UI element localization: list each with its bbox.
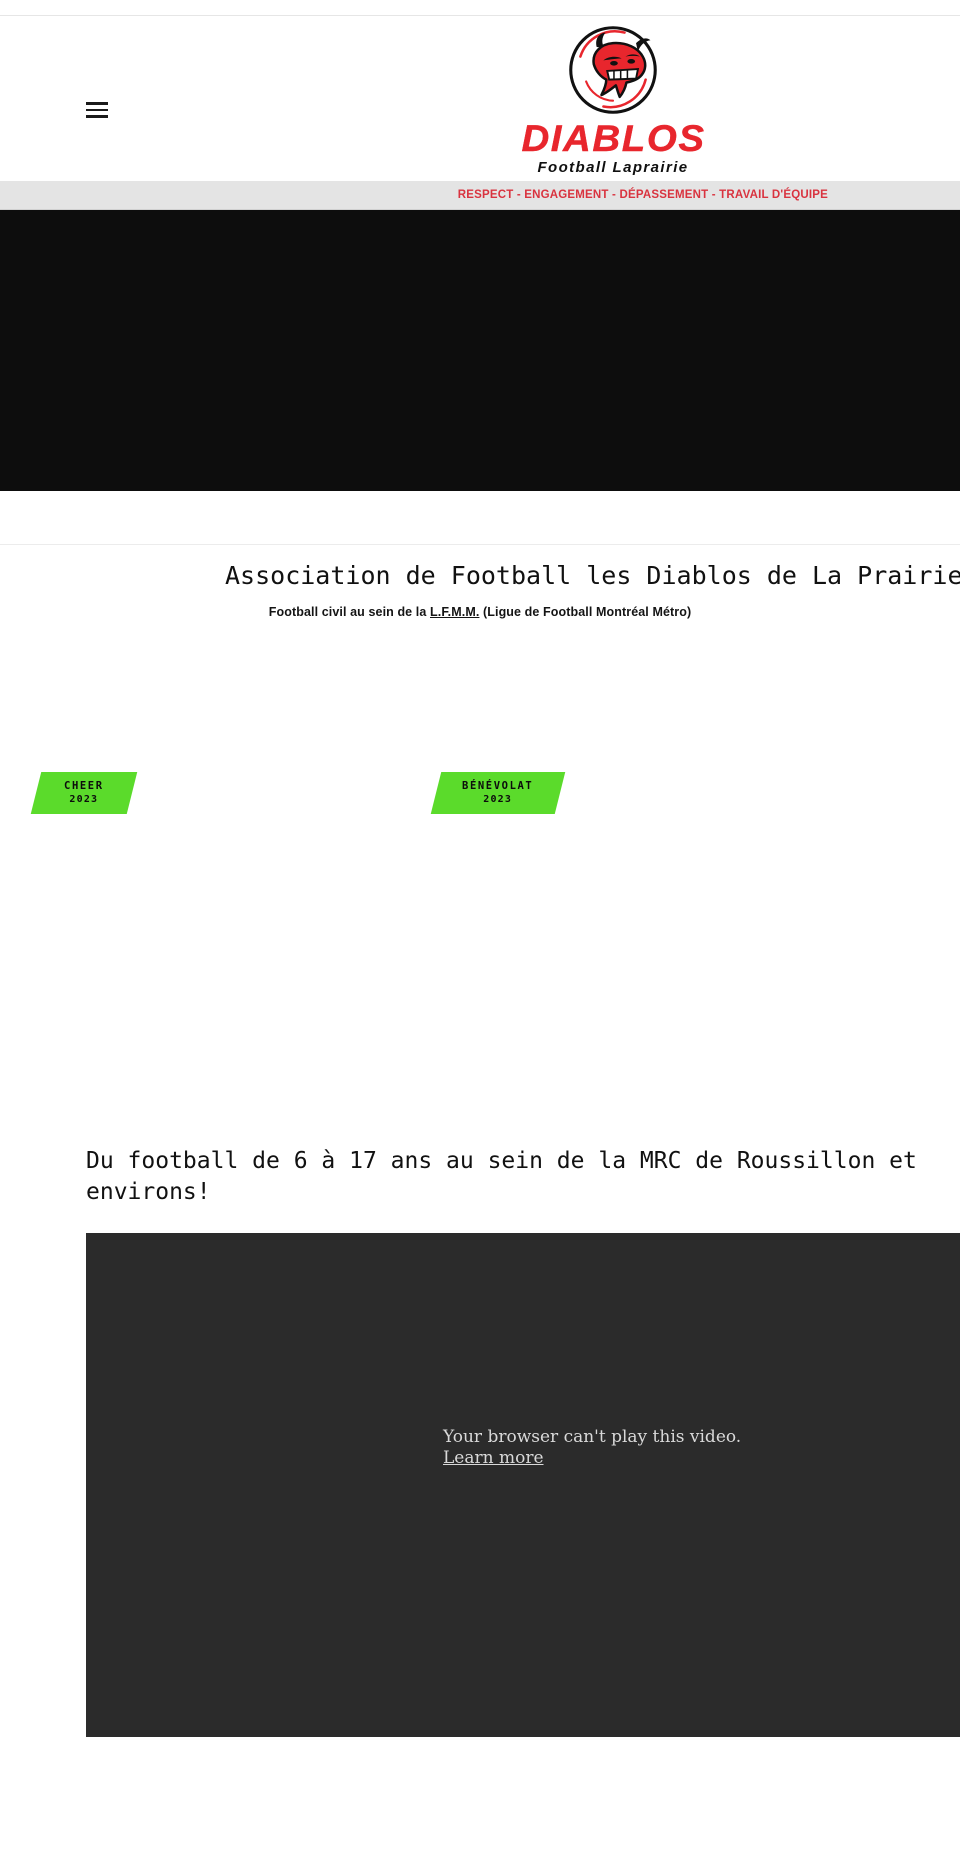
video-error-message: Your browser can't play this video. Lear…: [443, 1427, 741, 1470]
quick-links: CHEER 2023 BÉNÉVOLAT 2023: [0, 772, 960, 820]
chip-benevolat-year: 2023: [483, 794, 513, 806]
hamburger-bar-2: [86, 108, 108, 112]
section-heading: Du football de 6 à 17 ans au sein de la …: [86, 1148, 917, 1206]
hero-banner: [0, 210, 960, 491]
chip-benevolat-label: BÉNÉVOLAT: [462, 780, 534, 793]
video-player[interactable]: Your browser can't play this video. Lear…: [86, 1233, 960, 1737]
chip-benevolat[interactable]: BÉNÉVOLAT 2023: [430, 772, 566, 814]
page-root: DIABLOS Football Laprairie RESPECT - ENG…: [0, 0, 960, 1875]
hamburger-bar-3: [86, 115, 108, 118]
brand-wordmark: DIABLOS: [520, 118, 706, 159]
hamburger-bar-1: [86, 102, 108, 105]
chip-cheer-inner: CHEER 2023: [64, 779, 104, 807]
page-subtitle: Football civil au sein de la L.F.M.M. (L…: [0, 605, 960, 619]
section-divider: [0, 544, 960, 545]
chip-cheer[interactable]: CHEER 2023: [30, 772, 138, 814]
diablos-devil-head-crest-icon: [569, 26, 657, 114]
subtitle-part-1: Football civil au sein de la: [268, 604, 431, 619]
subtitle-part-2: (Ligue de Football Montréal Métro): [479, 604, 692, 619]
site-header: DIABLOS Football Laprairie: [0, 16, 960, 181]
values-banner-text: RESPECT - ENGAGEMENT - DÉPASSEMENT - TRA…: [457, 189, 828, 201]
chip-cheer-year: 2023: [69, 794, 99, 806]
video-learn-more-link[interactable]: Learn more: [443, 1448, 741, 1469]
intro-section: Association de Football les Diablos de L…: [0, 560, 960, 619]
values-banner: RESPECT - ENGAGEMENT - DÉPASSEMENT - TRA…: [0, 181, 960, 210]
hamburger-menu-icon[interactable]: [86, 100, 110, 120]
video-error-text: Your browser can't play this video.: [443, 1427, 742, 1447]
chip-benevolat-inner: BÉNÉVOLAT 2023: [462, 779, 533, 807]
chip-cheer-label: CHEER: [64, 780, 104, 793]
page-title: Association de Football les Diablos de L…: [225, 561, 960, 590]
site-logo[interactable]: DIABLOS Football Laprairie: [448, 22, 778, 175]
subtitle-league-abbr: L.F.M.M.: [430, 604, 480, 619]
brand-tagline: Football Laprairie: [537, 159, 689, 176]
